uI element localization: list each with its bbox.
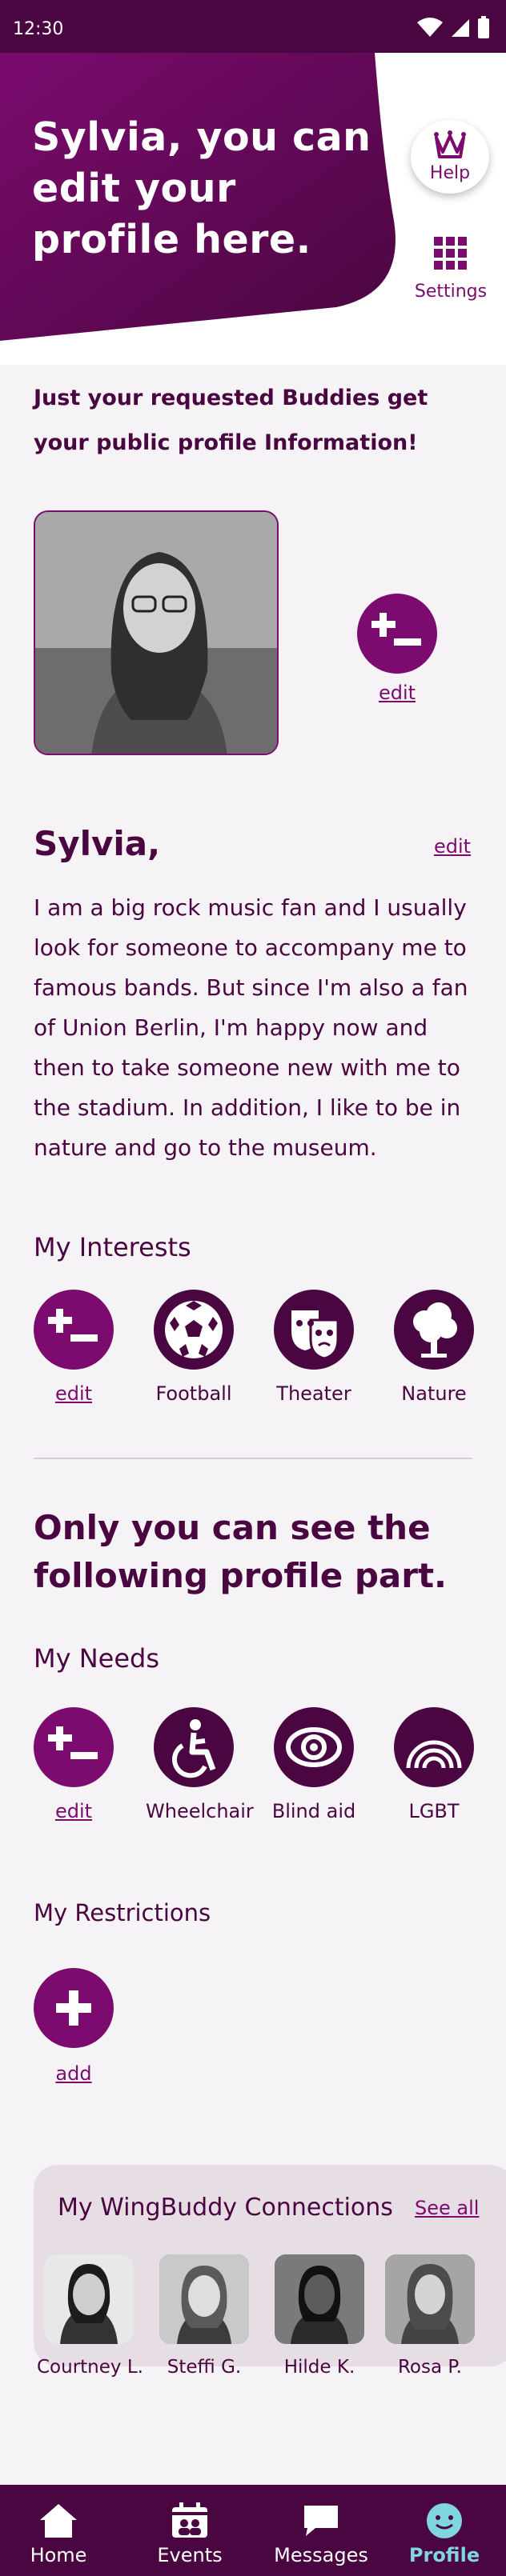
profile-icon — [427, 2503, 462, 2538]
interest-football[interactable]: Football — [146, 1290, 242, 1405]
nav-label: Profile — [408, 2544, 480, 2566]
interest-label: Theater — [276, 1382, 351, 1405]
edit-photo-link[interactable]: edit — [357, 682, 437, 704]
need-label: LGBT — [408, 1800, 460, 1822]
connection-item[interactable]: Rosa P. — [378, 2254, 482, 2378]
add-restriction-link[interactable]: add — [34, 2062, 114, 2085]
messages-icon — [304, 2506, 338, 2536]
rainbow-icon — [394, 1707, 474, 1787]
settings-label: Settings — [414, 282, 488, 302]
help-label: Help — [429, 163, 471, 183]
connection-name: Steffi G. — [167, 2357, 242, 2378]
avatar — [275, 2254, 364, 2344]
edit-photo-button[interactable] — [357, 594, 437, 674]
connection-name: Hilde K. — [283, 2357, 355, 2378]
connection-item[interactable]: Courtney L. — [37, 2254, 143, 2378]
home-icon — [40, 2504, 77, 2538]
nav-events[interactable]: Events — [138, 2485, 242, 2576]
connections-title: My WingBuddy Connections — [58, 2194, 393, 2222]
tree-icon — [394, 1290, 474, 1370]
grid-icon — [434, 237, 467, 270]
connection-item[interactable]: Steffi G. — [152, 2254, 256, 2378]
avatar — [159, 2254, 249, 2344]
connection-item[interactable]: Hilde K. — [267, 2254, 371, 2378]
section-divider — [34, 1458, 472, 1459]
nav-label: Events — [157, 2544, 223, 2566]
interest-nature[interactable]: Nature — [386, 1290, 482, 1405]
football-icon — [154, 1290, 234, 1370]
status-time: 12:30 — [13, 19, 64, 39]
nav-label: Home — [30, 2544, 87, 2566]
intro-text: Just your requested Buddies get your pub… — [34, 386, 428, 455]
events-icon — [172, 2502, 207, 2538]
profile-bio: I am a big rock music fan and I usually … — [34, 894, 468, 1161]
wifi-icon — [417, 18, 443, 37]
interest-label: Football — [155, 1382, 232, 1405]
need-edit[interactable]: edit — [26, 1707, 122, 1822]
avatar — [385, 2254, 475, 2344]
see-all-link[interactable]: See all — [415, 2197, 479, 2219]
need-label: Blind aid — [271, 1800, 356, 1822]
need-label: Wheelchair — [146, 1800, 254, 1822]
nav-messages[interactable]: Messages — [269, 2485, 373, 2576]
nav-label: Messages — [274, 2544, 368, 2566]
edit-bio-link[interactable]: edit — [432, 835, 472, 858]
avatar — [44, 2254, 134, 2344]
help-button[interactable]: Help — [411, 120, 489, 194]
connections-card: My WingBuddy Connections See all Courtne… — [34, 2165, 506, 2378]
needs-title: My Needs — [34, 1643, 160, 1674]
profile-photo-image — [35, 512, 277, 754]
private-section-title: Only you can see the following profile p… — [34, 1508, 447, 1595]
need-blind-aid[interactable]: Blind aid — [266, 1707, 362, 1822]
interest-theater[interactable]: Theater — [266, 1290, 362, 1405]
crown-icon — [434, 130, 466, 158]
need-label: edit — [54, 1800, 93, 1822]
connection-name: Rosa P. — [397, 2357, 462, 2378]
restrictions-title: My Restrictions — [34, 1899, 211, 1926]
interest-label: edit — [54, 1382, 93, 1405]
nav-home[interactable]: Home — [6, 2485, 110, 2576]
profile-name: Sylvia, — [34, 824, 161, 863]
connection-name: Courtney L. — [37, 2357, 143, 2378]
interest-edit[interactable]: edit — [26, 1290, 122, 1405]
nav-profile[interactable]: Profile — [392, 2485, 496, 2576]
profile-photo — [34, 510, 279, 755]
bottom-navigation: Home Events Messages Profile — [0, 2485, 506, 2576]
page-headline: Sylvia, you can edit your profile here. — [32, 114, 371, 262]
plus-icon — [56, 1990, 91, 2026]
signal-icon — [452, 19, 469, 37]
battery-icon — [478, 16, 489, 38]
plus-minus-icon — [34, 1290, 114, 1370]
interest-label: Nature — [401, 1382, 467, 1405]
settings-button[interactable]: Settings — [399, 237, 503, 302]
status-bar: 12:30 — [0, 0, 506, 53]
add-restriction-button[interactable] — [34, 1968, 114, 2048]
theater-masks-icon — [274, 1290, 354, 1370]
need-wheelchair[interactable]: Wheelchair — [146, 1707, 254, 1822]
need-lgbt[interactable]: LGBT — [386, 1707, 482, 1822]
eye-icon — [274, 1707, 354, 1787]
wheelchair-icon — [154, 1707, 234, 1787]
plus-minus-icon — [371, 613, 421, 646]
interests-title: My Interests — [34, 1232, 191, 1262]
plus-minus-icon — [34, 1707, 114, 1787]
